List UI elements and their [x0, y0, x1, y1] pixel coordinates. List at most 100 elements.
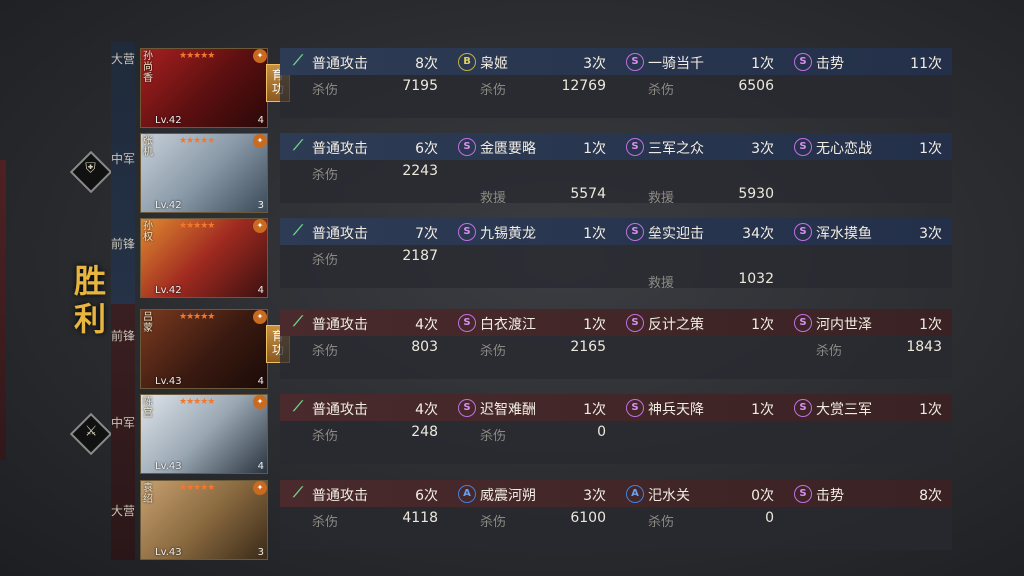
- position-label: 大营: [111, 52, 136, 66]
- ally-position-column: 大营 中军 前锋: [111, 42, 135, 304]
- skill-cell: S 金匮要略 1次 救援 5574: [448, 133, 616, 206]
- stat-label: 救援: [480, 191, 507, 206]
- skill-times: 1次: [583, 402, 606, 418]
- position-label: 中军: [111, 416, 136, 430]
- skill-name: 普通攻击: [312, 226, 368, 242]
- hero-number: 3: [257, 547, 264, 558]
- skill-cell: S 三军之众 3次 救援 5930: [616, 133, 784, 206]
- skill-grade-s-icon: S: [794, 138, 812, 156]
- position-label: 前锋: [111, 237, 136, 251]
- skill-name: 垒实迎击: [648, 226, 704, 242]
- skill-cell: S 大赏三军 1次: [784, 394, 952, 464]
- skill-cell: A 汜水关 0次 杀伤 0: [616, 480, 784, 550]
- skill-name: 浑水摸鱼: [816, 226, 872, 242]
- sword-icon: ⟋: [293, 53, 303, 69]
- skill-name: 神兵天降: [648, 402, 704, 418]
- sword-icon: ⟋: [293, 314, 303, 330]
- skill-cell: S 击势 8次: [784, 480, 952, 550]
- shield-icon: ⛨: [69, 150, 113, 194]
- skill-cell: ⟋ 普通攻击 8次 杀伤 7195: [280, 48, 448, 118]
- skill-grade-s-icon: S: [458, 138, 476, 156]
- skill-times: 3次: [583, 488, 606, 504]
- hero-card[interactable]: 陈宫 ★★★★★ ✦ Lv.43 4: [140, 394, 268, 474]
- skill-cell: S 九锡黄龙 1次: [448, 218, 616, 288]
- hero-stats-row: ⟋ 普通攻击 4次 杀伤 248 S 迟智难酬 1次 杀伤 0 S 神兵天降 1次 …: [280, 394, 952, 464]
- skill-grade-b-icon: B: [458, 53, 476, 71]
- skill-grade-s-icon: S: [794, 485, 812, 503]
- stat-value: 0: [765, 510, 774, 526]
- skill-cell: S 神兵天降 1次: [616, 394, 784, 464]
- hero-name: 陈宫: [143, 397, 153, 419]
- skill-name: 汜水关: [648, 488, 690, 504]
- stat-value: 5930: [738, 186, 774, 202]
- blade-icon: ⚔: [69, 412, 113, 456]
- stat-label: 杀伤: [480, 83, 507, 98]
- stat-label: 杀伤: [648, 83, 675, 98]
- skill-grade-s-icon: S: [794, 399, 812, 417]
- hero-stars: ★★★★★: [179, 51, 215, 61]
- sword-icon: ⟋: [293, 223, 303, 239]
- stat-value: 7195: [402, 78, 438, 94]
- stat-label: 杀伤: [648, 515, 675, 530]
- stat-label: 杀伤: [816, 344, 843, 359]
- hero-name: 张机: [143, 136, 153, 158]
- skill-cell: S 浑水摸鱼 3次: [784, 218, 952, 288]
- sword-icon: ⟋: [293, 138, 303, 154]
- stat-value: 4118: [402, 510, 438, 526]
- rank-icon: ✦: [253, 395, 267, 409]
- hero-level: Lv.43: [155, 461, 182, 472]
- hero-number: 4: [257, 461, 264, 472]
- skill-times: 3次: [751, 141, 774, 157]
- stat-label: 杀伤: [312, 344, 339, 359]
- skill-cell: S 迟智难酬 1次 杀伤 0: [448, 394, 616, 464]
- skill-times: 1次: [919, 317, 942, 333]
- skill-cell: S 无心恋战 1次: [784, 133, 952, 203]
- stat-value: 803: [411, 339, 438, 355]
- skill-cell: S 河内世泽 1次 杀伤 1843: [784, 309, 952, 379]
- stat-value: 248: [411, 424, 438, 440]
- skill-times: 1次: [919, 402, 942, 418]
- position-label: 前锋: [111, 329, 136, 343]
- skill-cell: B 枭姬 3次 杀伤 12769: [448, 48, 616, 118]
- stat-label: 杀伤: [480, 429, 507, 444]
- skill-name: 大赏三军: [816, 402, 872, 418]
- skill-cell: ⟋ 普通攻击 6次 杀伤 2243: [280, 133, 448, 203]
- stat-value: 6100: [570, 510, 606, 526]
- stat-label: 救援: [648, 191, 675, 206]
- rank-icon: ✦: [253, 49, 267, 63]
- skill-times: 8次: [919, 488, 942, 504]
- skill-name: 反计之策: [648, 317, 704, 333]
- skill-name: 普通攻击: [312, 402, 368, 418]
- hero-card[interactable]: 张机 ★★★★★ ✦ Lv.42 3: [140, 133, 268, 213]
- enemy-position-column: 前锋 中军 大营: [111, 304, 135, 560]
- skill-name: 一骑当千: [648, 56, 704, 72]
- stat-value: 12769: [561, 78, 606, 94]
- hero-number: 4: [257, 376, 264, 387]
- hero-card[interactable]: 孙权 ★★★★★ ✦ Lv.42 4: [140, 218, 268, 298]
- left-edge-decoration: [0, 160, 6, 460]
- skill-name: 金匮要略: [480, 141, 536, 157]
- skill-cell: S 垒实迎击 34次 救援 1032: [616, 218, 784, 291]
- hero-level: Lv.42: [155, 285, 182, 296]
- skill-grade-s-icon: S: [458, 314, 476, 332]
- skill-times: 3次: [583, 56, 606, 72]
- hero-level: Lv.43: [155, 547, 182, 558]
- hero-stars: ★★★★★: [179, 136, 215, 146]
- skill-name: 击势: [816, 488, 844, 504]
- skill-name: 三军之众: [648, 141, 704, 157]
- stat-value: 1032: [738, 271, 774, 287]
- stat-label: 杀伤: [312, 168, 339, 183]
- skill-times: 8次: [415, 56, 438, 72]
- skill-times: 1次: [751, 402, 774, 418]
- hero-card[interactable]: 吕蒙 ★★★★★ ✦ Lv.43 4: [140, 309, 268, 389]
- hero-card[interactable]: 孙尚香 ★★★★★ ✦ Lv.42 4: [140, 48, 268, 128]
- hero-level: Lv.43: [155, 376, 182, 387]
- skill-name: 普通攻击: [312, 317, 368, 333]
- hero-name: 孙权: [143, 221, 153, 243]
- skill-times: 4次: [415, 402, 438, 418]
- hero-card[interactable]: 袁绍 ★★★★★ ✦ Lv.43 3: [140, 480, 268, 560]
- stat-label: 杀伤: [312, 429, 339, 444]
- skill-name: 普通攻击: [312, 141, 368, 157]
- stat-label: 杀伤: [312, 253, 339, 268]
- hero-number: 4: [257, 115, 264, 126]
